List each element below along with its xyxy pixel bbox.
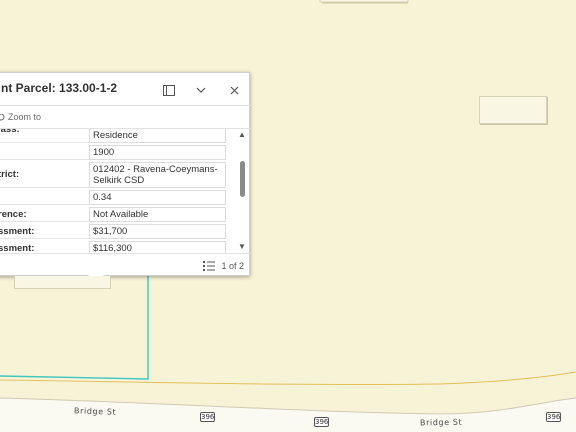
attribute-field: ssment: <box>0 241 89 254</box>
scrollbar-thumb[interactable] <box>240 161 245 197</box>
zoom-icon <box>0 114 5 121</box>
attribute-row: lass:210 - One Family Year-Round Residen… <box>0 129 226 143</box>
attribute-row: rence: Not Available <box>0 207 226 222</box>
attribute-row: ssment: $31,700 <box>0 224 226 239</box>
zoom-to-label: Zoom to <box>8 112 42 122</box>
attribute-value: 0.34 <box>89 190 226 205</box>
route-shield: 396 <box>200 412 215 422</box>
collapse-button[interactable] <box>192 81 210 99</box>
building-footprint <box>479 96 547 124</box>
attribute-table: lass:210 - One Family Year-Round Residen… <box>0 129 236 253</box>
popup-scrollbar[interactable]: ▲ ▼ <box>237 129 249 253</box>
road-label: Bridge St <box>73 406 117 417</box>
close-icon <box>230 86 238 94</box>
attribute-row: ssment: $116,300 <box>0 241 226 253</box>
zoom-to-action[interactable]: Zoom to <box>0 105 251 129</box>
scroll-up-icon[interactable]: ▲ <box>238 130 246 139</box>
attribute-field: rence: <box>0 207 89 222</box>
chevron-down-icon <box>196 87 206 93</box>
attribute-field: trict: <box>0 162 89 188</box>
popup-shadow-tab <box>14 276 111 289</box>
feature-popup[interactable]: nt Parcel: 133.00-1-2 Zoom to lass:210 -… <box>0 72 251 277</box>
feature-pager[interactable]: 1 of 2 <box>203 260 244 271</box>
attribute-value: 210 - One Family Year-Round Residence <box>89 129 226 143</box>
attribute-field <box>0 145 89 160</box>
list-icon <box>203 261 216 271</box>
dock-icon <box>163 84 175 96</box>
route-shield: 396 <box>314 417 329 427</box>
attribute-field: lass: <box>0 129 89 143</box>
attribute-value: 1900 <box>89 145 226 160</box>
attribute-value: $116,300 <box>89 241 226 253</box>
popup-footer: 1 of 2 <box>0 253 251 277</box>
road-label: Bridge St <box>419 417 463 428</box>
popup-title: nt Parcel: 133.00-1-2 <box>1 81 118 95</box>
close-button[interactable] <box>225 81 243 99</box>
route-shield: 396 <box>546 412 561 422</box>
dock-button[interactable] <box>160 81 178 99</box>
attribute-field: ssment: <box>0 224 89 239</box>
attribute-row: trict: 012402 - Ravena-Coeymans-Selkirk C… <box>0 162 226 188</box>
attribute-field <box>0 190 89 205</box>
attribute-value: Not Available <box>89 207 226 222</box>
attribute-row: 0.34 <box>0 190 226 205</box>
scroll-down-icon[interactable]: ▼ <box>238 242 246 251</box>
attribute-row: 1900 <box>0 145 226 160</box>
attribute-value: 012402 - Ravena-Coeymans-Selkirk CSD <box>89 162 226 188</box>
attribute-value: $31,700 <box>89 224 226 239</box>
parcel-boundary-cyan <box>0 276 149 380</box>
pager-label: 1 of 2 <box>221 260 244 271</box>
